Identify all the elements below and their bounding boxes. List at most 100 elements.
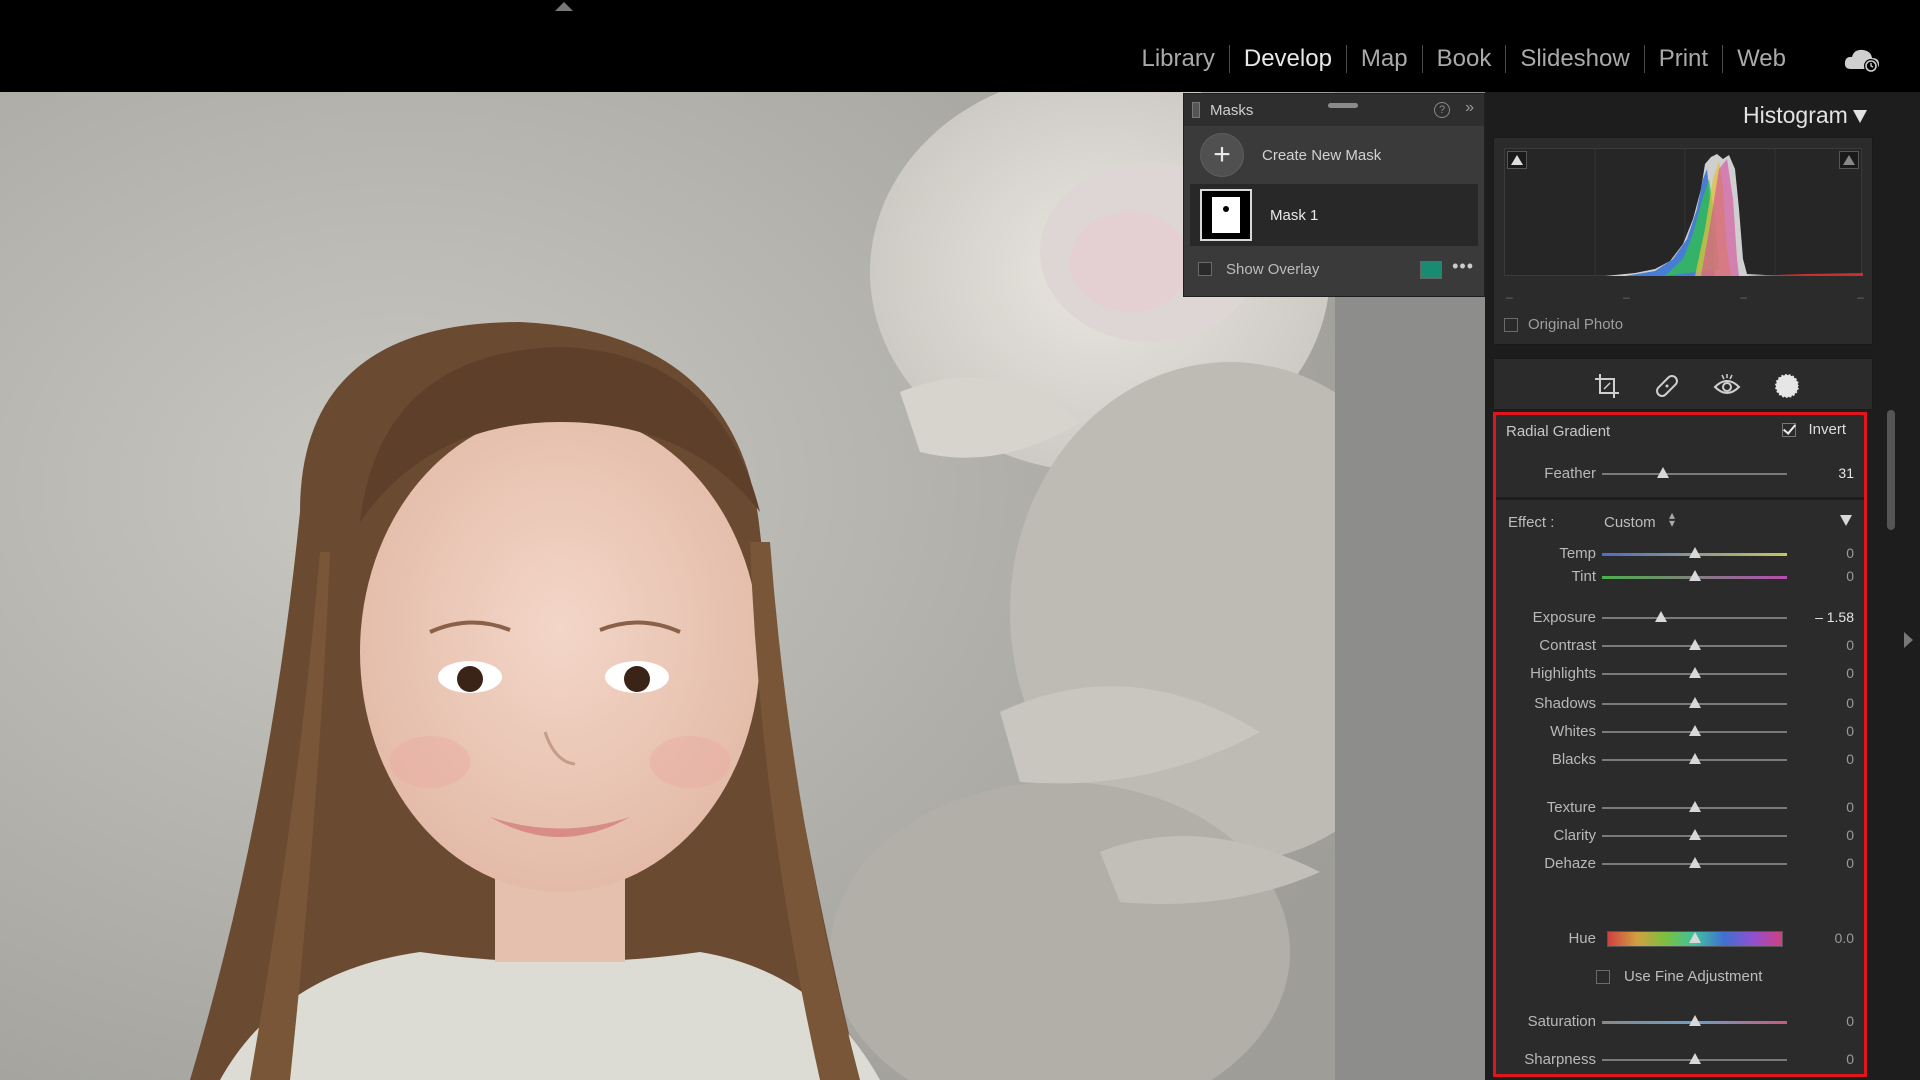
module-slideshow[interactable]: Slideshow [1506, 42, 1643, 76]
slider-value[interactable]: 0 [1846, 637, 1854, 653]
crop-icon[interactable] [1592, 371, 1622, 401]
slider-value[interactable]: 0 [1846, 1013, 1854, 1029]
create-new-mask-row[interactable]: + Create New Mask [1184, 126, 1484, 184]
more-options-icon[interactable]: ••• [1452, 256, 1474, 277]
contrast-slider[interactable]: Contrast 0 [1496, 635, 1864, 657]
clarity-slider[interactable]: Clarity 0 [1496, 825, 1864, 847]
fine-adjustment-checkbox[interactable] [1596, 969, 1610, 984]
expand-right-icon[interactable] [1904, 632, 1913, 648]
slider-track[interactable] [1602, 617, 1787, 619]
invert-checkbox[interactable] [1782, 422, 1797, 437]
slider-value[interactable]: 0 [1846, 568, 1854, 584]
slider-value[interactable]: 0.0 [1835, 930, 1854, 946]
blacks-slider[interactable]: Blacks 0 [1496, 749, 1864, 771]
mask-name: Mask 1 [1270, 206, 1319, 224]
invert-toggle[interactable]: Invert [1782, 421, 1846, 438]
dehaze-slider[interactable]: Dehaze 0 [1496, 853, 1864, 875]
slider-thumb[interactable] [1688, 753, 1701, 764]
slider-thumb[interactable] [1688, 1015, 1701, 1026]
histogram-graph[interactable] [1504, 148, 1863, 277]
tint-slider[interactable]: Tint 0 [1496, 566, 1864, 588]
right-panel-scrollbar[interactable] [1884, 92, 1898, 1080]
slider-value[interactable]: 0 [1846, 799, 1854, 815]
slider-value[interactable]: 0 [1846, 827, 1854, 843]
slider-label: Whites [1550, 723, 1596, 740]
module-develop[interactable]: Develop [1230, 42, 1346, 76]
add-mask-button[interactable]: + [1200, 133, 1244, 177]
histogram-chart [1505, 149, 1863, 277]
effect-preset-dropdown[interactable]: Custom [1604, 514, 1656, 531]
slider-thumb[interactable] [1688, 547, 1701, 558]
slider-value[interactable]: 0 [1846, 723, 1854, 739]
slider-thumb[interactable] [1688, 857, 1701, 868]
module-book[interactable]: Book [1423, 42, 1506, 76]
masks-panel: Masks ? » + Create New Mask Mask 1 Show … [1183, 93, 1485, 297]
slider-value[interactable]: 0 [1846, 1051, 1854, 1067]
module-print[interactable]: Print [1645, 42, 1722, 76]
slider-thumb[interactable] [1688, 829, 1701, 840]
overlay-color-swatch[interactable] [1420, 261, 1442, 279]
effect-collapse-icon[interactable] [1840, 515, 1852, 526]
mask-list-item[interactable]: Mask 1 [1190, 184, 1478, 246]
slider-value[interactable]: 0 [1846, 545, 1854, 561]
highlight-clipping-icon[interactable] [1839, 151, 1859, 169]
slider-value[interactable]: 0 [1846, 855, 1854, 871]
scrollbar-thumb[interactable] [1887, 410, 1895, 530]
highlights-slider[interactable]: Highlights 0 [1496, 663, 1864, 685]
masking-icon[interactable] [1772, 371, 1802, 401]
slider-track[interactable] [1602, 473, 1787, 475]
sharpness-slider[interactable]: Sharpness 0 [1496, 1049, 1864, 1071]
shadow-clipping-icon[interactable] [1507, 151, 1527, 169]
red-eye-icon[interactable] [1712, 371, 1742, 401]
slider-value[interactable]: 31 [1838, 465, 1854, 481]
slider-label: Hue [1568, 930, 1596, 947]
slider-value[interactable]: 0 [1846, 751, 1854, 767]
help-icon[interactable]: ? [1434, 102, 1450, 118]
slider-thumb[interactable] [1688, 932, 1701, 943]
slider-label: Saturation [1527, 1013, 1596, 1030]
module-library[interactable]: Library [1128, 42, 1229, 76]
module-picker: Library Develop Map Book Slideshow Print… [1128, 42, 1801, 76]
histogram-collapse-icon[interactable] [1853, 110, 1867, 123]
portrait-photo[interactable] [0, 92, 1335, 1080]
slider-value[interactable]: 0 [1846, 695, 1854, 711]
slider-thumb[interactable] [1657, 467, 1670, 478]
slider-thumb[interactable] [1688, 725, 1701, 736]
texture-slider[interactable]: Texture 0 [1496, 797, 1864, 819]
slider-label: Feather [1544, 465, 1596, 482]
feather-slider[interactable]: Feather 31 [1496, 463, 1864, 485]
module-map[interactable]: Map [1347, 42, 1422, 76]
whites-slider[interactable]: Whites 0 [1496, 721, 1864, 743]
healing-brush-icon[interactable] [1652, 371, 1682, 401]
histogram-readout-value: – [1740, 290, 1747, 304]
slider-thumb[interactable] [1688, 570, 1701, 581]
collapse-top-panel-icon[interactable] [555, 2, 573, 11]
slider-thumb[interactable] [1688, 667, 1701, 678]
slider-thumb[interactable] [1688, 697, 1701, 708]
slider-value[interactable]: 0 [1846, 665, 1854, 681]
collapse-panel-icon[interactable]: » [1465, 99, 1474, 117]
hue-slider[interactable]: Hue 0.0 [1496, 928, 1864, 950]
masks-panel-header[interactable]: Masks ? » [1184, 94, 1484, 126]
show-overlay-checkbox[interactable] [1198, 262, 1212, 276]
slider-thumb[interactable] [1688, 801, 1701, 812]
panel-grip-icon[interactable] [1192, 102, 1200, 118]
module-web[interactable]: Web [1723, 42, 1800, 76]
temp-slider[interactable]: Temp 0 [1496, 543, 1864, 565]
original-photo-checkbox[interactable] [1504, 317, 1518, 332]
top-bar: Library Develop Map Book Slideshow Print… [0, 0, 1920, 92]
shadows-slider[interactable]: Shadows 0 [1496, 693, 1864, 715]
drag-handle-icon[interactable] [1328, 103, 1358, 108]
saturation-slider[interactable]: Saturation 0 [1496, 1011, 1864, 1033]
slider-value[interactable]: – 1.58 [1815, 609, 1854, 625]
slider-thumb[interactable] [1688, 1053, 1701, 1064]
cloud-sync-icon[interactable] [1842, 45, 1882, 75]
slider-thumb[interactable] [1655, 611, 1668, 622]
slider-label: Blacks [1551, 751, 1596, 768]
histogram-title[interactable]: Histogram [1743, 102, 1848, 129]
slider-label: Texture [1546, 799, 1596, 816]
preset-updown-icon[interactable]: ▴ ▾ [1669, 509, 1675, 529]
slider-thumb[interactable] [1688, 639, 1701, 650]
slider-label: Sharpness [1524, 1051, 1596, 1068]
exposure-slider[interactable]: Exposure – 1.58 [1496, 607, 1864, 629]
